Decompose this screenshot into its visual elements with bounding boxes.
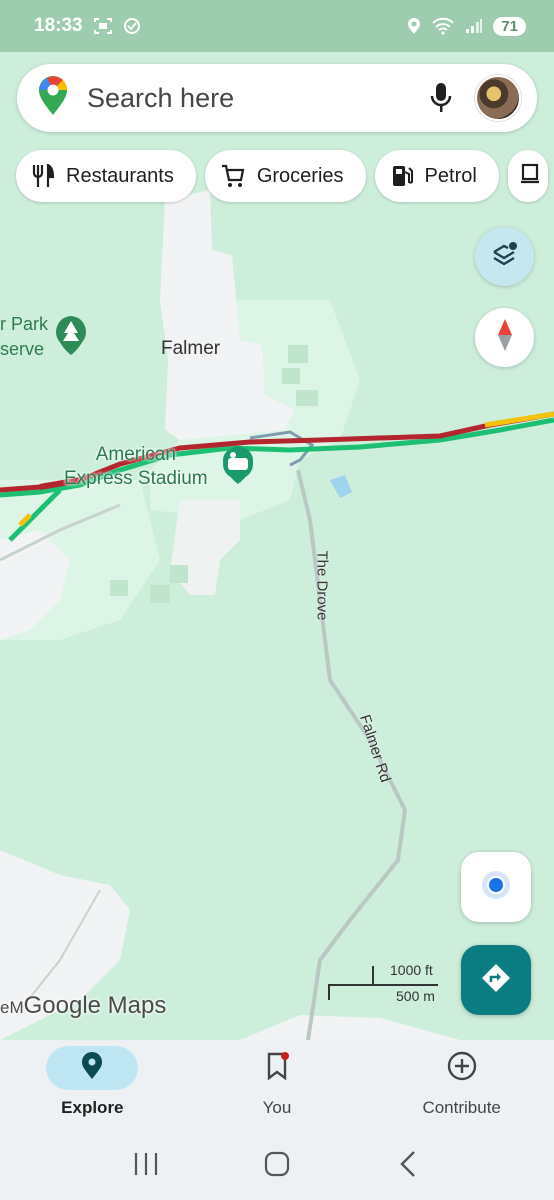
system-navigation	[0, 1128, 554, 1200]
category-chips: Restaurants Groceries Petrol	[16, 150, 548, 202]
plus-circle-icon	[446, 1050, 478, 1087]
back-icon[interactable]	[378, 1139, 438, 1189]
signal-icon	[465, 18, 483, 34]
map-label-stadium-line1: American	[95, 444, 176, 465]
google-maps-pin-icon	[37, 75, 69, 121]
screenshot-icon	[93, 17, 113, 35]
layers-button[interactable]	[475, 227, 534, 286]
compass-button[interactable]	[475, 308, 534, 367]
scale-metric: 500 m	[396, 988, 435, 1004]
shopping-icon	[520, 162, 540, 190]
bottom-navigation: Explore You Contribute	[0, 1040, 554, 1128]
cart-icon	[221, 164, 245, 188]
scale-imperial: 1000 ft	[390, 962, 433, 978]
home-icon[interactable]	[247, 1139, 307, 1189]
location-pin-icon	[81, 1051, 103, 1085]
map-label-park[interactable]: r Park serve	[0, 312, 48, 362]
clock: 18:33	[34, 15, 83, 36]
search-input[interactable]: Search here	[87, 83, 421, 114]
notification-dot	[281, 1052, 289, 1060]
google-maps-logo: eMGoogle Maps	[0, 992, 166, 1020]
location-icon	[407, 17, 421, 35]
directions-icon	[480, 962, 512, 999]
nav-label: You	[262, 1098, 292, 1117]
chip-petrol[interactable]: Petrol	[374, 150, 499, 202]
attribution-brand: Google Maps	[23, 992, 167, 1019]
road-label-the-drove: The Drove	[313, 550, 331, 621]
recents-icon[interactable]	[116, 1139, 176, 1189]
map-label-park-line1: r Park	[0, 314, 49, 334]
nav-explore[interactable]: Explore	[0, 1040, 185, 1128]
layers-icon	[490, 239, 520, 274]
my-location-button[interactable]	[461, 852, 531, 922]
microphone-icon[interactable]	[421, 78, 461, 118]
check-circle-icon	[123, 17, 141, 35]
restaurant-icon	[32, 164, 54, 188]
status-bar: 18:33 71	[0, 0, 554, 52]
directions-button[interactable]	[461, 945, 531, 1015]
fuel-icon	[391, 164, 413, 188]
chip-label: Groceries	[256, 164, 344, 187]
nav-label: Contribute	[422, 1098, 501, 1117]
map-label-park-line2: serve	[0, 339, 45, 359]
chip-label: Restaurants	[66, 164, 174, 187]
map-scale: 1000 ft 500 m	[326, 960, 440, 1010]
chip-label: Petrol	[424, 164, 477, 187]
chip-groceries[interactable]: Groceries	[204, 150, 366, 202]
nav-contribute[interactable]: Contribute	[369, 1040, 554, 1128]
nav-label: Explore	[61, 1098, 124, 1117]
avatar[interactable]	[475, 75, 521, 121]
battery-indicator: 71	[493, 16, 526, 36]
wifi-icon	[431, 17, 455, 35]
my-location-icon	[478, 867, 514, 908]
attribution-prefix: eM	[0, 998, 24, 1017]
map-label-stadium[interactable]: American Express Stadium	[64, 443, 208, 491]
compass-icon	[496, 318, 514, 357]
chip-restaurants[interactable]: Restaurants	[16, 150, 196, 202]
map-label-falmer[interactable]: Falmer	[161, 338, 220, 360]
nav-you[interactable]: You	[185, 1040, 370, 1128]
search-bar[interactable]: Search here	[17, 64, 537, 132]
chip-more[interactable]	[507, 150, 548, 202]
map-label-stadium-line2: Express Stadium	[64, 468, 208, 489]
